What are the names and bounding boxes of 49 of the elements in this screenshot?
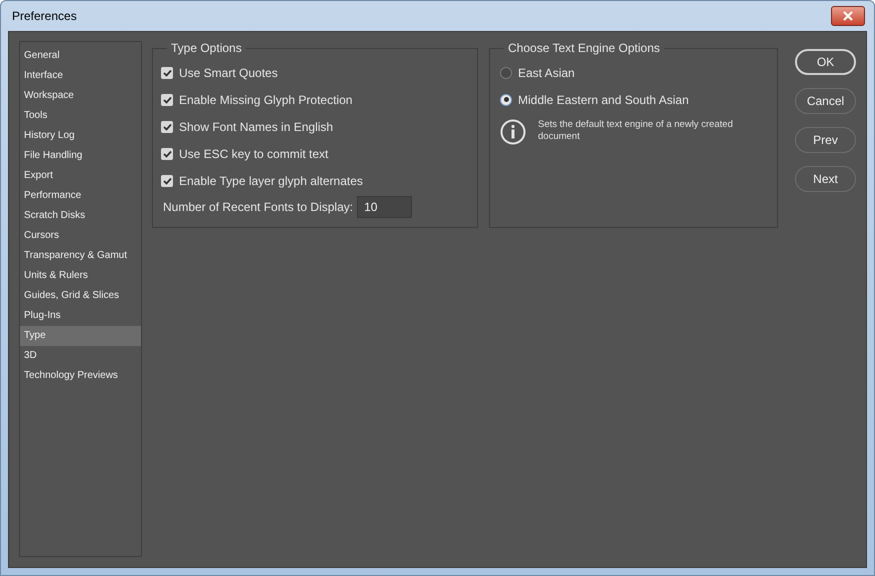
sidebar-item[interactable]: Technology Previews: [20, 366, 141, 386]
checkbox[interactable]: [161, 148, 173, 160]
sidebar-item[interactable]: Interface: [20, 66, 141, 86]
radio-button[interactable]: [500, 94, 512, 106]
sidebar-item[interactable]: Plug-Ins: [20, 306, 141, 326]
radio-label: East Asian: [518, 66, 575, 80]
radio-button[interactable]: [500, 66, 512, 78]
check-icon: [162, 150, 172, 158]
sidebar-item[interactable]: Export: [20, 166, 141, 186]
checkbox[interactable]: [161, 120, 173, 132]
sidebar-item[interactable]: Cursors: [20, 226, 141, 246]
sidebar-item[interactable]: Type: [20, 326, 141, 346]
sidebar-item[interactable]: Scratch Disks: [20, 206, 141, 226]
info-icon: [500, 119, 526, 145]
sidebar-item[interactable]: Tools: [20, 106, 141, 126]
dialog-button[interactable]: Prev: [795, 127, 856, 153]
checkbox-label: Show Font Names in English: [179, 120, 334, 134]
sidebar-item[interactable]: General: [20, 46, 141, 66]
check-icon: [162, 96, 172, 104]
sidebar-item[interactable]: Guides, Grid & Slices: [20, 286, 141, 306]
recent-fonts-field[interactable]: 10: [357, 196, 412, 218]
field-label: Number of Recent Fonts to Display:: [163, 200, 354, 214]
group-title: Choose Text Engine Options: [504, 41, 664, 55]
window-title: Preferences: [11, 9, 77, 23]
checkbox-label: Enable Missing Glyph Protection: [179, 92, 352, 106]
checkbox[interactable]: [161, 66, 173, 78]
sidebar-item[interactable]: Transparency & Gamut: [20, 246, 141, 266]
sidebar-item[interactable]: Units & Rulers: [20, 266, 141, 286]
sidebar-item[interactable]: Workspace: [20, 86, 141, 106]
check-icon: [162, 68, 172, 76]
dialog-button[interactable]: OK: [795, 49, 856, 75]
check-icon: [162, 176, 172, 184]
sidebar-item[interactable]: File Handling: [20, 146, 141, 166]
info-text: Sets the default text engine of a newly created document: [538, 119, 734, 143]
sidebar-item[interactable]: History Log: [20, 126, 141, 146]
sidebar-item[interactable]: 3D: [20, 346, 141, 366]
dialog-button[interactable]: Cancel: [795, 88, 856, 114]
dialog-button[interactable]: Next: [795, 166, 856, 192]
checkbox[interactable]: [161, 174, 173, 186]
group-title: Type Options: [167, 41, 246, 55]
close-icon: [842, 11, 854, 21]
checkbox-label: Enable Type layer glyph alternates: [179, 174, 363, 188]
sidebar-item[interactable]: Performance: [20, 186, 141, 206]
checkbox-label: Use ESC key to commit text: [179, 146, 328, 160]
radio-label: Middle Eastern and South Asian: [518, 92, 689, 106]
check-icon: [162, 122, 172, 130]
close-button[interactable]: [831, 6, 865, 26]
checkbox-label: Use Smart Quotes: [179, 66, 278, 80]
checkbox[interactable]: [161, 94, 173, 106]
